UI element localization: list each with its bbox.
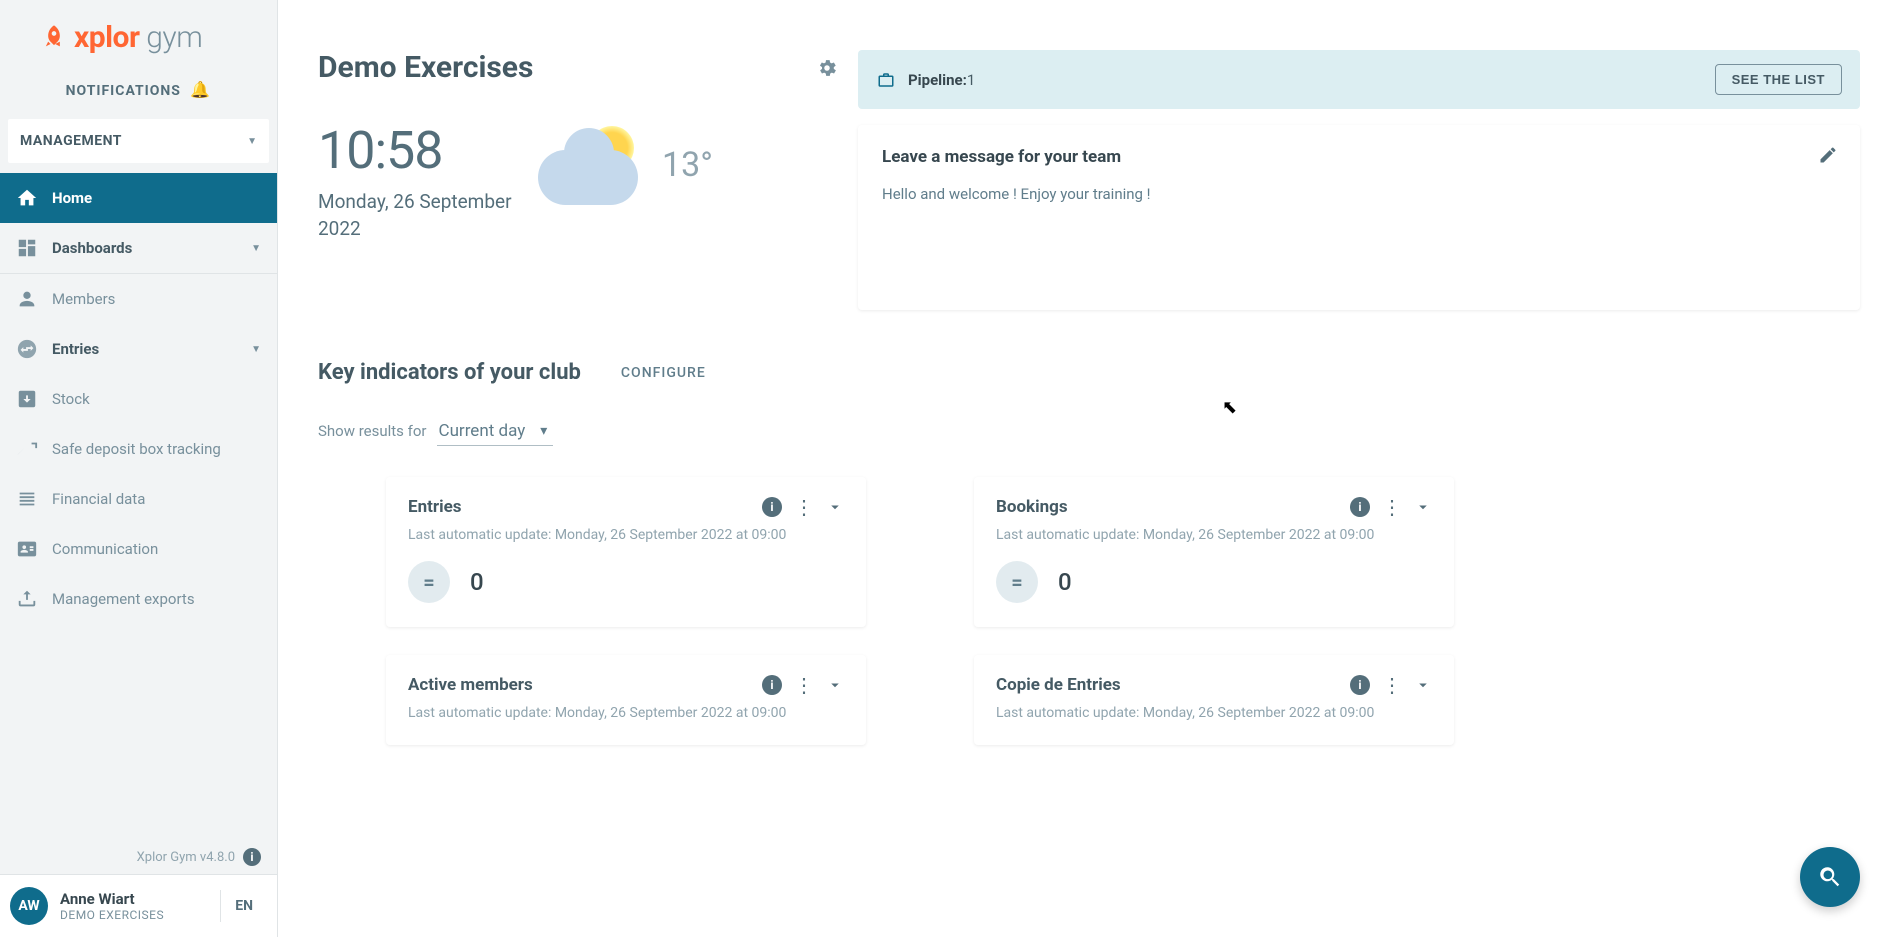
more-icon[interactable]: ⋮ bbox=[794, 675, 814, 695]
page-title: Demo Exercises bbox=[318, 50, 533, 85]
nav-list: Home Dashboards ▼ Members Entries ▼ Stoc… bbox=[0, 173, 277, 840]
filter-label: Show results for bbox=[318, 422, 427, 440]
search-fab[interactable] bbox=[1800, 847, 1860, 907]
caret-down-icon: ▼ bbox=[247, 136, 257, 147]
sidebar: xplor gym NOTIFICATIONS 🔔 MANAGEMENT ▼ H… bbox=[0, 0, 278, 937]
info-icon[interactable]: i bbox=[762, 497, 782, 517]
kpi-value: 0 bbox=[1058, 568, 1072, 596]
pipeline-banner: Pipeline:1 SEE THE LIST bbox=[858, 50, 1860, 109]
more-icon[interactable]: ⋮ bbox=[1382, 497, 1402, 517]
caret-down-icon: ▼ bbox=[251, 243, 261, 254]
kpi-update-text: Last automatic update: Monday, 26 Septem… bbox=[996, 527, 1432, 543]
period-select[interactable]: Current day bbox=[437, 419, 554, 446]
info-icon[interactable]: i bbox=[762, 675, 782, 695]
kpi-update-text: Last automatic update: Monday, 26 Septem… bbox=[408, 705, 844, 721]
kpi-value: 0 bbox=[470, 568, 484, 596]
message-body: Hello and welcome ! Enjoy your training … bbox=[882, 185, 1836, 203]
see-list-button[interactable]: SEE THE LIST bbox=[1715, 64, 1842, 95]
chevron-down-icon[interactable] bbox=[826, 676, 844, 694]
indicators-title: Key indicators of your club bbox=[318, 360, 581, 385]
person-icon bbox=[16, 288, 38, 310]
edit-icon[interactable] bbox=[1818, 145, 1838, 165]
sidebar-item-stock[interactable]: Stock bbox=[0, 374, 277, 424]
search-icon bbox=[1817, 864, 1843, 890]
trending-icon bbox=[16, 438, 38, 460]
sidebar-item-entries[interactable]: Entries ▼ bbox=[0, 324, 277, 374]
home-icon bbox=[16, 187, 38, 209]
chevron-down-icon[interactable] bbox=[1414, 676, 1432, 694]
swap-icon bbox=[16, 338, 38, 360]
kpi-update-text: Last automatic update: Monday, 26 Septem… bbox=[408, 527, 844, 543]
sidebar-item-home[interactable]: Home bbox=[0, 173, 277, 223]
notifications-link[interactable]: NOTIFICATIONS 🔔 bbox=[0, 65, 277, 119]
dashboard-icon bbox=[16, 237, 38, 259]
temperature: 13° bbox=[662, 145, 713, 185]
main-content: Demo Exercises 10:58 Monday, 26 Septembe… bbox=[278, 0, 1900, 937]
trend-equal-icon: = bbox=[996, 561, 1038, 603]
sidebar-item-communication[interactable]: Communication bbox=[0, 524, 277, 574]
info-icon[interactable]: i bbox=[1350, 675, 1370, 695]
caret-down-icon: ▼ bbox=[251, 344, 261, 355]
weather-widget: 13° bbox=[538, 120, 713, 210]
info-icon[interactable]: i bbox=[1350, 497, 1370, 517]
sidebar-item-safe-deposit[interactable]: Safe deposit box tracking bbox=[0, 424, 277, 474]
weather-icon bbox=[538, 120, 648, 210]
clock-time: 10:58 bbox=[318, 120, 518, 181]
kpi-update-text: Last automatic update: Monday, 26 Septem… bbox=[996, 705, 1432, 721]
sidebar-item-financial[interactable]: Financial data bbox=[0, 474, 277, 524]
list-icon bbox=[16, 488, 38, 510]
avatar: AW bbox=[10, 887, 48, 925]
version-label: Xplor Gym v4.8.0 i bbox=[0, 840, 277, 874]
chevron-down-icon[interactable] bbox=[1414, 498, 1432, 516]
team-message-card: Leave a message for your team Hello and … bbox=[858, 125, 1860, 310]
info-icon[interactable]: i bbox=[243, 848, 261, 866]
user-menu[interactable]: AW Anne Wiart DEMO EXERCISES EN bbox=[0, 874, 277, 937]
more-icon[interactable]: ⋮ bbox=[1382, 675, 1402, 695]
user-name: Anne Wiart bbox=[60, 890, 220, 908]
user-subtitle: DEMO EXERCISES bbox=[60, 908, 220, 922]
logo: xplor gym bbox=[0, 0, 277, 65]
download-box-icon bbox=[16, 388, 38, 410]
sidebar-item-members[interactable]: Members bbox=[0, 274, 277, 324]
gear-icon[interactable] bbox=[816, 57, 838, 79]
clock-date: Monday, 26 September 2022 bbox=[318, 189, 518, 242]
contact-card-icon bbox=[16, 538, 38, 560]
more-icon[interactable]: ⋮ bbox=[794, 497, 814, 517]
briefcase-icon bbox=[876, 71, 896, 89]
trend-equal-icon: = bbox=[408, 561, 450, 603]
chevron-down-icon[interactable] bbox=[826, 498, 844, 516]
kpi-card-bookings: Bookings i ⋮ Last automatic update: Mond… bbox=[974, 477, 1454, 627]
sidebar-item-dashboards[interactable]: Dashboards ▼ bbox=[0, 223, 277, 273]
language-toggle[interactable]: EN bbox=[220, 890, 267, 922]
export-icon bbox=[16, 588, 38, 610]
message-title: Leave a message for your team bbox=[882, 147, 1836, 167]
configure-button[interactable]: CONFIGURE bbox=[621, 365, 706, 381]
sidebar-item-exports[interactable]: Management exports bbox=[0, 574, 277, 624]
kpi-card-entries: Entries i ⋮ Last automatic update: Monda… bbox=[386, 477, 866, 627]
rocket-icon bbox=[40, 23, 68, 51]
bell-icon: 🔔 bbox=[190, 80, 211, 99]
management-dropdown[interactable]: MANAGEMENT ▼ bbox=[8, 119, 269, 163]
kpi-card-copie-entries: Copie de Entries i ⋮ Last automatic upda… bbox=[974, 655, 1454, 745]
kpi-card-active-members: Active members i ⋮ Last automatic update… bbox=[386, 655, 866, 745]
